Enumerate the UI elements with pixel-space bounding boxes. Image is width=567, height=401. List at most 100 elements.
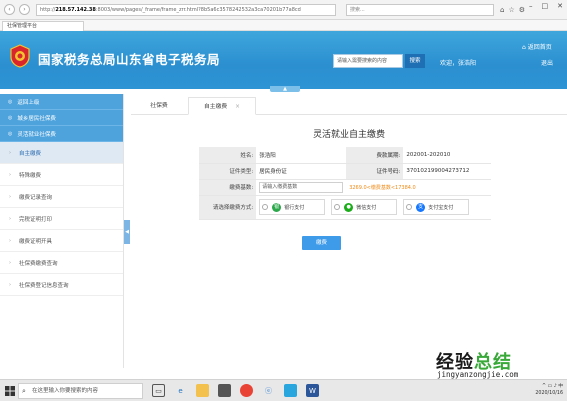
file-explorer-icon[interactable] [196, 384, 209, 397]
payment-form: 姓名: 张浩阳 费款属期: 202001-202010 证件类型: 居民身份证 … [199, 147, 491, 220]
sidebar-item-registration-query[interactable]: › 社保费登记信息查询 [0, 274, 123, 296]
tray-icons: ^ ▭ ♪ 中 [542, 384, 563, 389]
tab-close-icon[interactable]: × [235, 104, 240, 110]
address-bar[interactable]: http://218.57.142.38:8003/www/pages/_fra… [36, 3, 336, 16]
window-controls: – □ ✕ [529, 2, 563, 10]
taskbar-search-placeholder: 在这里输入你要搜索的内容 [32, 388, 99, 394]
edge-icon[interactable]: e [174, 384, 187, 397]
radio-button[interactable] [406, 204, 413, 210]
system-tray: ^ ▭ ♪ 中 2020/10/16 [535, 383, 563, 397]
name-label: 姓名: [199, 147, 257, 164]
submit-payment-button[interactable]: 缴费 [302, 236, 341, 250]
address-ip: 218.57.142.38 [55, 6, 96, 13]
app-icon[interactable] [284, 384, 297, 397]
browser-search-placeholder: 搜索... [350, 7, 365, 13]
sidebar-toggle[interactable]: ◀ [124, 220, 130, 244]
radio-button[interactable] [334, 204, 341, 210]
form-row: 请选择缴费方式: 银 银行支付 ● 微信支付 支 支付宝支付 [199, 195, 491, 220]
id-type-label: 证件类型: [199, 163, 257, 180]
chevron-right-icon: › [9, 193, 11, 200]
browser-toolbar: ‹ › http://218.57.142.38:8003/www/pages/… [0, 0, 567, 20]
wechat-icon: ● [344, 202, 354, 212]
browser-search-input[interactable]: 搜索... [346, 3, 494, 16]
back-icon[interactable]: ‹ [4, 4, 15, 15]
sidebar-item-fee-query[interactable]: › 社保费缴费查询 [0, 252, 123, 274]
chrome-icon[interactable] [240, 384, 253, 397]
address-prefix: http:// [40, 6, 56, 13]
base-hint: 3269.0<缴费基数<17384.0 [349, 184, 416, 191]
form-title: 灵活就业自主缴费 [312, 130, 385, 140]
period-value: 202001-202010 [403, 147, 491, 164]
id-number-label: 证件号码: [346, 163, 404, 180]
tab-label: 自主缴费 [203, 104, 228, 110]
base-hint-cell: 3269.0<缴费基数<17384.0 [346, 179, 491, 196]
sidebar-section-back[interactable]: ◎ 返回上级 [0, 94, 123, 110]
pay-option-bank[interactable]: 银 银行支付 [259, 199, 326, 215]
base-input[interactable]: 请输入缴费基数 [259, 181, 344, 193]
sidebar-item-label: 缴费证明开具 [19, 238, 53, 245]
pay-option-wechat[interactable]: ● 微信支付 [331, 199, 398, 215]
sidebar-section-urban-rural[interactable]: ◎ 城乡居民社保费 [0, 110, 123, 126]
windows-start-icon[interactable] [5, 386, 15, 396]
chevron-up-icon: ▲ [283, 86, 287, 92]
welcome-text: 欢迎，张浩阳 [440, 60, 477, 67]
tab-label: 社保费 [150, 103, 168, 109]
sidebar-section-flexible[interactable]: ◎ 灵活就业社保费 [0, 126, 123, 142]
sidebar-section-label: 灵活就业社保费 [17, 131, 56, 138]
ie-icon[interactable]: ⓔ [262, 384, 275, 397]
header-collapse-handle[interactable]: ▲ [270, 86, 300, 92]
gear-icon[interactable]: ⚙ [519, 6, 525, 14]
store-icon[interactable] [218, 384, 231, 397]
maximize-icon[interactable]: □ [542, 2, 549, 10]
alipay-icon: 支 [416, 202, 426, 212]
pay-method-label: 请选择缴费方式: [199, 195, 257, 220]
site-header: 国家税务总局山东省电子税务局 ⌂ 返回首页 请输入需要搜索的内容 搜索 欢迎，张… [0, 31, 567, 89]
minimize-icon[interactable]: – [529, 2, 533, 10]
watermark-url: jingyanzongjie.com [437, 370, 519, 379]
period-label: 费款属期: [346, 147, 404, 164]
home-link-label: 返回首页 [527, 44, 552, 51]
form-row: 证件类型: 居民身份证 证件号码: 370102199004273712 [199, 163, 491, 180]
sidebar-item-tax-certificate[interactable]: › 完税证明打印 [0, 208, 123, 230]
tab-self-pay[interactable]: 自主缴费 × [188, 97, 256, 115]
taskbar: ⌕ 在这里输入你要搜索的内容 ▭ e ⓔ W ^ ▭ ♪ 中 2020/10/1… [0, 379, 567, 401]
chevron-left-icon: ◀ [125, 229, 129, 235]
chevron-right-icon: › [9, 281, 11, 288]
pay-option-alipay[interactable]: 支 支付宝支付 [403, 199, 470, 215]
taskbar-search-input[interactable]: ⌕ 在这里输入你要搜索的内容 [18, 383, 143, 399]
home-link[interactable]: ⌂ 返回首页 [522, 42, 552, 51]
screen: ‹ › http://218.57.142.38:8003/www/pages/… [0, 0, 567, 401]
sidebar-item-special-pay[interactable]: › 特殊缴费 [0, 164, 123, 186]
sidebar-item-self-pay[interactable]: › 自主缴费 [0, 142, 123, 164]
chevron-right-icon: › [9, 149, 11, 156]
browser-tab[interactable]: 社保管理平台 [2, 21, 84, 31]
tab-social-insurance[interactable]: 社保费 [131, 97, 187, 115]
taskbar-apps: ▭ e ⓔ W [152, 384, 319, 397]
address-rest: :8003/www/pages/_frame/frame_zrr.html?8b… [95, 6, 301, 13]
radio-button[interactable] [262, 204, 269, 210]
browser-icons: ⌂ ☆ ⚙ [500, 6, 525, 14]
circle-icon: ◎ [8, 114, 13, 121]
content-tabs: 社保费 自主缴费 × [131, 97, 567, 115]
task-view-icon[interactable]: ▭ [152, 384, 165, 397]
logout-link[interactable]: 退出 [541, 58, 553, 67]
sidebar-item-payment-proof[interactable]: › 缴费证明开具 [0, 230, 123, 252]
star-icon[interactable]: ☆ [508, 6, 514, 14]
form-row: 缴费基数: 请输入缴费基数 3269.0<缴费基数<17384.0 [199, 179, 491, 196]
forward-icon[interactable]: › [19, 4, 30, 15]
header-search-input[interactable]: 请输入需要搜索的内容 [333, 54, 403, 68]
name-value: 张浩阳 [256, 147, 347, 164]
chevron-right-icon: › [9, 259, 11, 266]
header-search-button[interactable]: 搜索 [405, 54, 425, 68]
word-icon[interactable]: W [306, 384, 319, 397]
close-icon[interactable]: ✕ [557, 2, 563, 10]
pay-method-cell: 银 银行支付 ● 微信支付 支 支付宝支付 [256, 195, 491, 220]
chevron-right-icon: › [9, 215, 11, 222]
sidebar-item-label: 社保费缴费查询 [19, 260, 58, 267]
sidebar-item-payment-records[interactable]: › 缴费记录查询 [0, 186, 123, 208]
form-row: 姓名: 张浩阳 费款属期: 202001-202010 [199, 147, 491, 164]
sidebar-item-label: 特殊缴费 [19, 172, 42, 179]
chevron-right-icon: › [9, 237, 11, 244]
sidebar-item-label: 完税证明打印 [19, 216, 53, 223]
home-icon[interactable]: ⌂ [500, 6, 504, 14]
